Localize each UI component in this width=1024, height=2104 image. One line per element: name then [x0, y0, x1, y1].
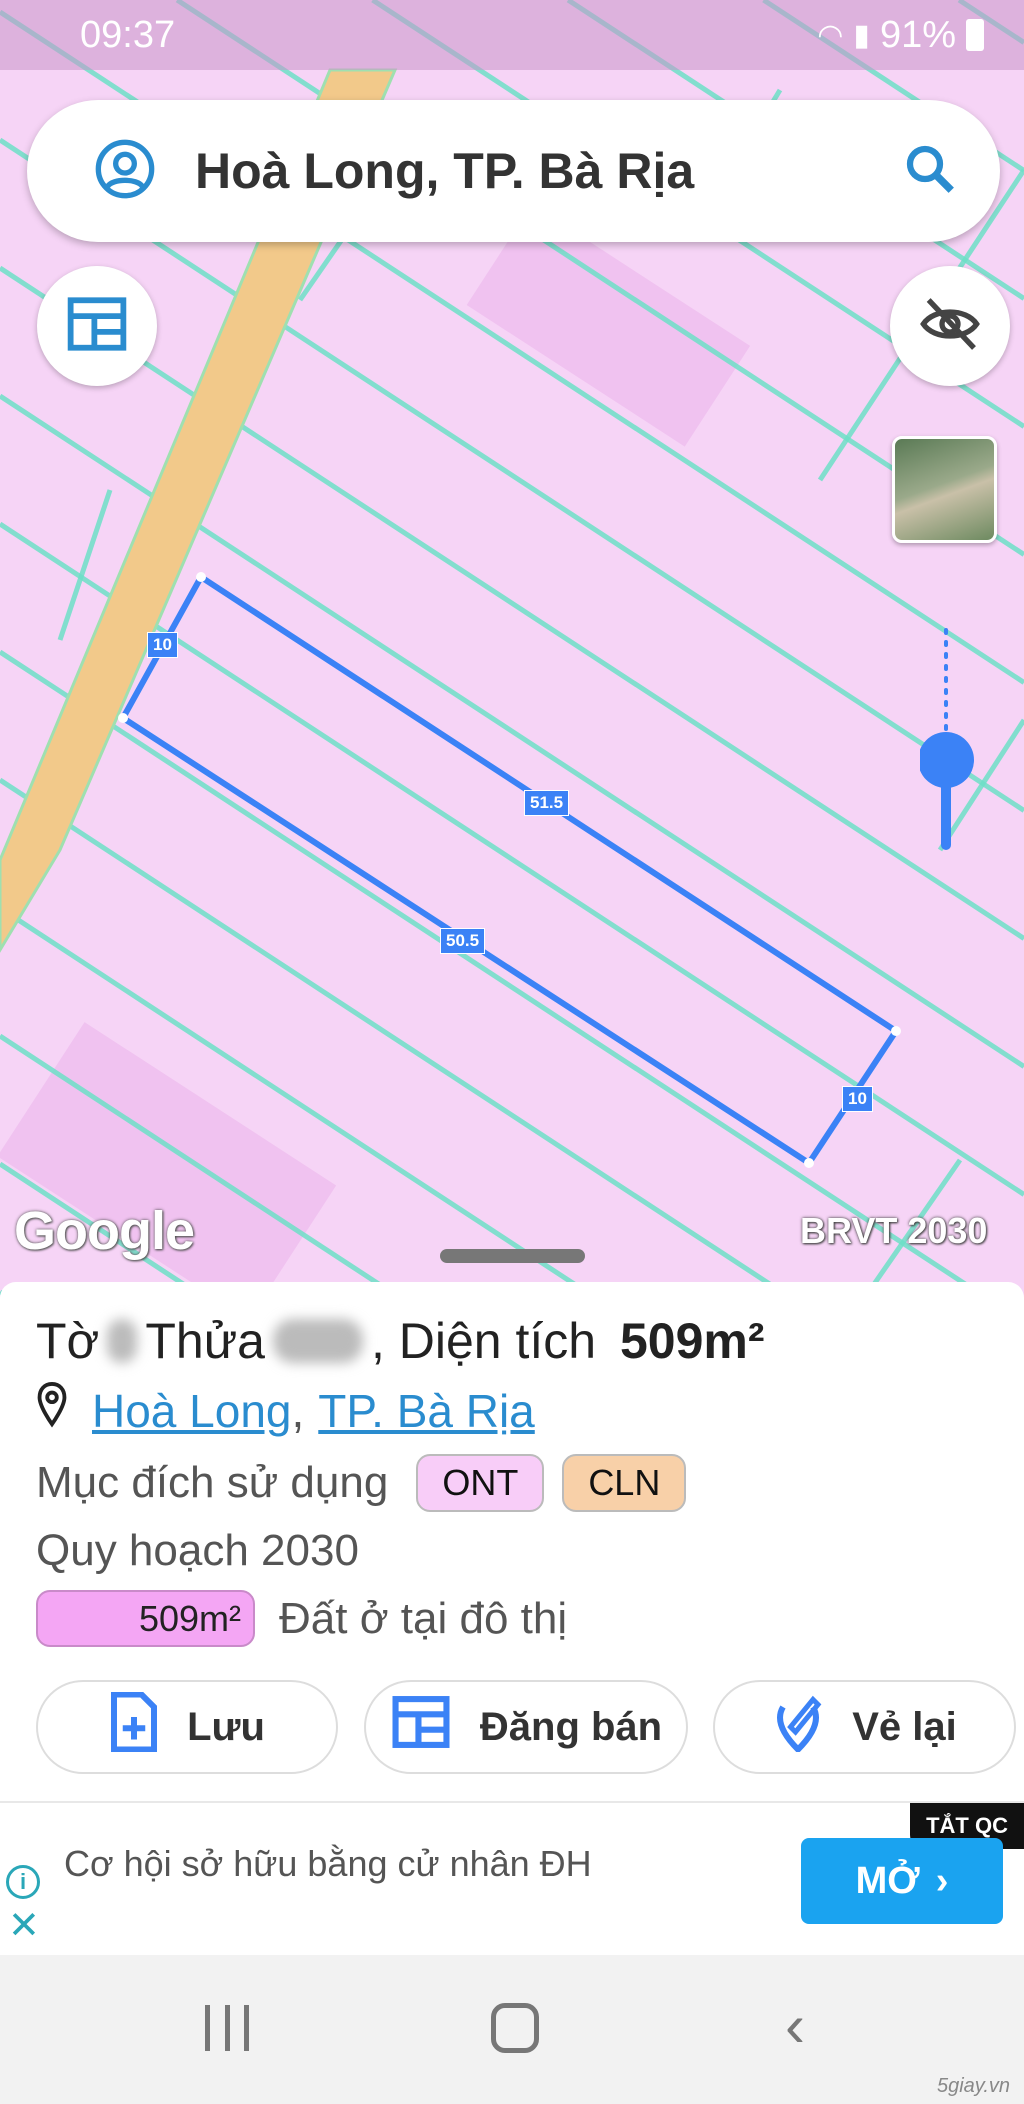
ad-text[interactable]: Cơ hội sở hữu bằng cử nhân ĐH	[64, 1843, 592, 1885]
listing-icon	[65, 295, 129, 358]
land-use-label: Mục đích sử dụng	[36, 1458, 389, 1507]
zoom-slider-knob[interactable]	[920, 732, 974, 788]
ad-open-label: MỞ	[855, 1859, 920, 1902]
selected-parcel	[119, 572, 901, 1168]
status-bar: 09:37 ◠ ▮ 91%	[0, 0, 1024, 70]
parcel-vertex	[804, 1158, 814, 1168]
edge-label: 50.5	[440, 928, 486, 954]
eye-off-icon	[918, 292, 982, 361]
search-bar[interactable]: Hoà Long, TP. Bà Rịa	[27, 100, 1000, 242]
listing-icon	[390, 1694, 452, 1760]
parcel-title: Tờ Thửa , Diện tích 509m²	[36, 1312, 765, 1370]
area-value: 509m²	[619, 1313, 765, 1369]
recent-apps-icon[interactable]	[205, 2005, 249, 2051]
chevron-right-icon: ›	[935, 1859, 949, 1902]
land-use-tag: ONT	[416, 1454, 545, 1512]
redacted-parcel-number	[272, 1319, 363, 1363]
area-label: , Diện tích	[370, 1313, 610, 1369]
signal-icon: ▮	[853, 18, 870, 52]
land-use-tag: CLN	[562, 1454, 687, 1512]
parcel-vertex	[118, 713, 128, 723]
planning-label: Quy hoạch 2030	[36, 1526, 359, 1575]
parcel-vertex	[196, 572, 206, 582]
layer-label: BRVT 2030	[800, 1210, 988, 1251]
sheet-label: Tờ	[36, 1313, 100, 1369]
google-logo: Google	[14, 1201, 195, 1261]
account-icon[interactable]	[93, 137, 157, 206]
battery-icon	[966, 19, 984, 51]
planning-area: 509m²	[36, 1590, 255, 1647]
redacted-sheet-number	[107, 1319, 138, 1363]
redraw-label: Vẻ lại	[852, 1704, 957, 1749]
post-label: Đăng bán	[479, 1704, 663, 1749]
zoom-slider[interactable]	[920, 625, 976, 850]
save-button[interactable]: Lưu	[36, 1680, 338, 1774]
ward-link[interactable]: Hoà Long	[92, 1384, 292, 1438]
save-label: Lưu	[187, 1704, 265, 1749]
parcel-label: Thửa	[145, 1313, 265, 1369]
planning-row: 509m² Đất ở tại đô thị	[36, 1590, 567, 1647]
post-for-sale-button[interactable]: Đăng bán	[364, 1680, 688, 1774]
land-use-row: Mục đích sử dụng ONT CLN	[36, 1454, 687, 1512]
edge-label: 10	[147, 632, 178, 658]
separator: ,	[291, 1384, 305, 1437]
add-file-icon	[109, 1691, 159, 1762]
edge-label: 10	[842, 1086, 873, 1112]
edge-label: 51.5	[524, 790, 570, 816]
toggle-visibility-button[interactable]	[890, 266, 1010, 386]
parcel-location: Hoà Long, TP. Bà Rịa	[36, 1381, 535, 1439]
search-icon[interactable]	[900, 139, 960, 204]
planning-type: Đất ở tại đô thị	[279, 1593, 568, 1643]
parcel-info-sheet: Tờ Thửa , Diện tích 509m² Hoà Long, TP. B…	[0, 1282, 1024, 1802]
location-pin-icon	[36, 1381, 68, 1439]
city-link[interactable]: TP. Bà Rịa	[318, 1384, 534, 1438]
sheet-drag-handle[interactable]	[440, 1249, 585, 1263]
satellite-layer-button[interactable]	[892, 436, 997, 543]
search-input[interactable]: Hoà Long, TP. Bà Rịa	[195, 142, 694, 200]
ad-banner[interactable]: i ✕ Cơ hội sở hữu bằng cử nhân ĐH TẮT QC…	[0, 1801, 1024, 1955]
ad-info-icon[interactable]: i	[6, 1865, 40, 1899]
battery-level: 91%	[879, 13, 956, 56]
parcel-vertex	[891, 1026, 901, 1036]
draw-pin-icon	[772, 1692, 824, 1762]
system-nav-bar: ‹ 5giay.vn	[0, 1955, 1024, 2104]
home-icon[interactable]	[491, 2003, 539, 2053]
wifi-icon: ◠	[817, 18, 844, 52]
back-icon[interactable]: ‹	[785, 1996, 805, 2056]
ad-close-icon[interactable]: ✕	[8, 1903, 40, 1948]
redraw-button[interactable]: Vẻ lại	[713, 1680, 1016, 1774]
watermark: 5giay.vn	[936, 2075, 1010, 2097]
listings-button[interactable]	[37, 266, 157, 386]
ad-open-button[interactable]: MỞ ›	[801, 1838, 1003, 1924]
clock: 09:37	[80, 13, 176, 56]
